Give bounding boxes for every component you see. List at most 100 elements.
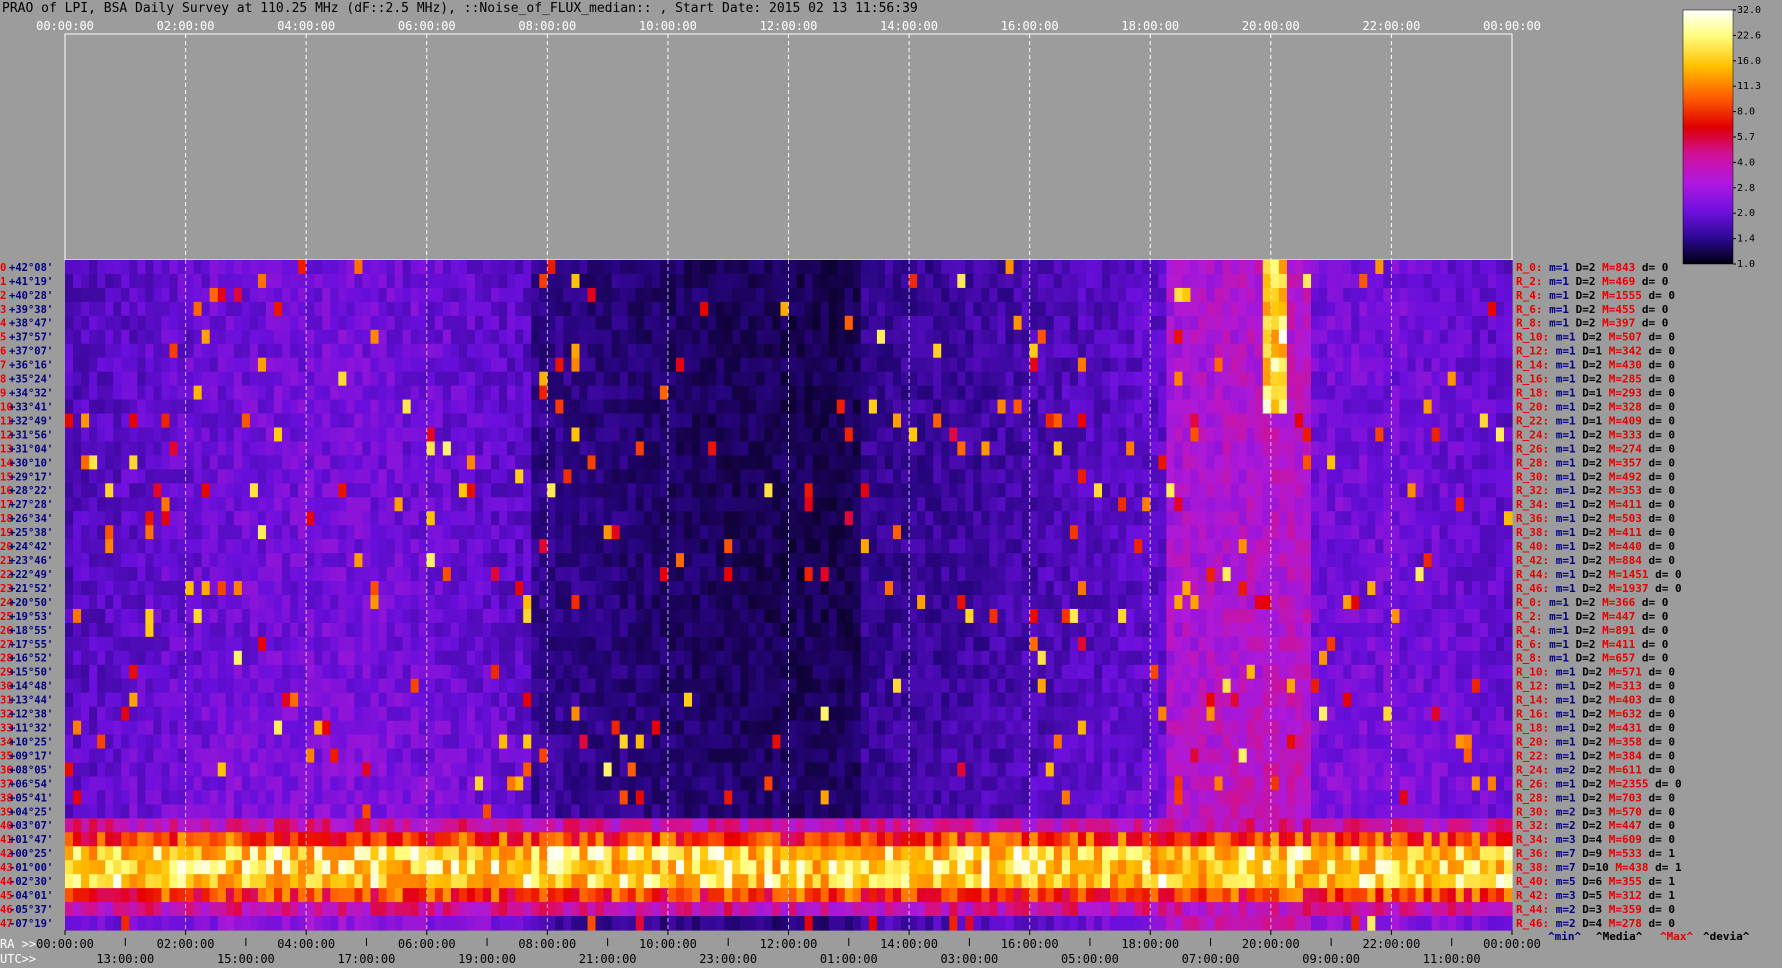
- heat-cell: [1367, 581, 1376, 596]
- heat-cell: [539, 455, 548, 470]
- heat-cell: [965, 371, 974, 387]
- heat-cell: [1359, 469, 1368, 484]
- heat-cell: [362, 539, 372, 554]
- heat-cell: [1206, 483, 1216, 498]
- heat-cell: [1126, 581, 1135, 596]
- heat-cell: [1278, 469, 1288, 484]
- heat-cell: [1415, 273, 1425, 289]
- heat-cell: [322, 553, 331, 568]
- heat-cell: [1343, 329, 1352, 345]
- heat-cell: [1359, 581, 1368, 596]
- heat-cell: [1479, 595, 1489, 610]
- heat-cell: [282, 469, 291, 484]
- heat-cell: [893, 315, 902, 331]
- heat-cell: [209, 539, 219, 554]
- heat-cell: [233, 539, 243, 554]
- heat-cell: [1270, 343, 1280, 359]
- heat-cell: [683, 608, 693, 624]
- heat-cell: [675, 567, 685, 582]
- heat-cell: [716, 399, 725, 415]
- heat-cell: [1286, 273, 1296, 289]
- heat-cell: [346, 427, 355, 443]
- heat-cell: [1383, 455, 1393, 470]
- heat-cell: [177, 567, 187, 582]
- heat-cell: [121, 427, 130, 443]
- heat-cell: [852, 595, 862, 610]
- heat-cell: [153, 371, 163, 387]
- heat-cell: [700, 301, 709, 317]
- heat-cell: [1335, 301, 1344, 317]
- heat-cell: [1174, 622, 1184, 638]
- heat-cell: [748, 581, 757, 596]
- heat-cell: [1294, 385, 1304, 401]
- heat-cell: [796, 455, 806, 470]
- heat-cell: [73, 260, 82, 275]
- heat-cell: [354, 385, 364, 401]
- heat-cell: [161, 622, 171, 638]
- heat-cell: [105, 553, 114, 568]
- heat-cell: [700, 636, 709, 652]
- heat-cell: [1102, 539, 1111, 554]
- heat-cell: [651, 357, 661, 373]
- heat-cell: [129, 553, 138, 568]
- heat-cell: [539, 413, 548, 429]
- heat-cell: [434, 455, 444, 470]
- heat-cell: [282, 315, 291, 331]
- heat-cell: [1399, 567, 1409, 582]
- heat-cell: [611, 622, 621, 638]
- heat-cell: [1455, 441, 1465, 457]
- heat-cell: [764, 273, 774, 289]
- heat-cell: [1431, 260, 1441, 275]
- heat-cell: [153, 636, 163, 652]
- heat-cell: [764, 636, 774, 652]
- heat-cell: [651, 441, 661, 457]
- heat-cell: [483, 287, 492, 303]
- heat-cell: [1254, 371, 1264, 387]
- heat-cell: [338, 553, 347, 568]
- heat-cell: [571, 622, 581, 638]
- heat-cell: [330, 399, 339, 415]
- heat-cell: [884, 260, 894, 275]
- heat-cell: [338, 273, 347, 289]
- heat-cell: [1327, 441, 1336, 457]
- heat-cell: [1214, 469, 1224, 484]
- heat-cell: [458, 553, 468, 568]
- heat-cell: [901, 553, 910, 568]
- heat-cell: [499, 497, 508, 512]
- heat-cell: [1439, 497, 1449, 512]
- heat-cell: [1158, 553, 1167, 568]
- heat-cell: [1479, 301, 1489, 317]
- heat-cell: [434, 567, 444, 582]
- heat-cell: [523, 357, 532, 373]
- heat-cell: [941, 553, 950, 568]
- heat-cell: [563, 636, 573, 652]
- heat-cell: [410, 553, 420, 568]
- heat-cell: [113, 636, 122, 652]
- heat-cell: [748, 497, 757, 512]
- heat-cell: [1455, 608, 1465, 624]
- heat-cell: [957, 539, 966, 554]
- heat-cell: [1110, 371, 1119, 387]
- heat-cell: [491, 301, 500, 317]
- heat-cell: [876, 329, 886, 345]
- heat-cell: [466, 371, 476, 387]
- heat-cell: [442, 567, 452, 582]
- heat-cell: [129, 636, 138, 652]
- heat-cell: [1029, 511, 1039, 526]
- heat-cell: [1447, 622, 1457, 638]
- heat-cell: [1351, 525, 1360, 540]
- heat-cell: [73, 581, 82, 596]
- heat-cell: [1359, 455, 1368, 470]
- heat-cell: [547, 622, 556, 638]
- heat-cell: [378, 315, 388, 331]
- heat-cell: [1102, 511, 1111, 526]
- heat-cell: [129, 371, 138, 387]
- heat-cell: [635, 581, 645, 596]
- heat-cell: [732, 595, 741, 610]
- heat-cell: [1391, 413, 1401, 429]
- heat-cell: [965, 385, 974, 401]
- heat-cell: [692, 469, 701, 484]
- heat-cell: [860, 441, 870, 457]
- heat-cell: [314, 343, 323, 359]
- heat-cell: [563, 525, 573, 540]
